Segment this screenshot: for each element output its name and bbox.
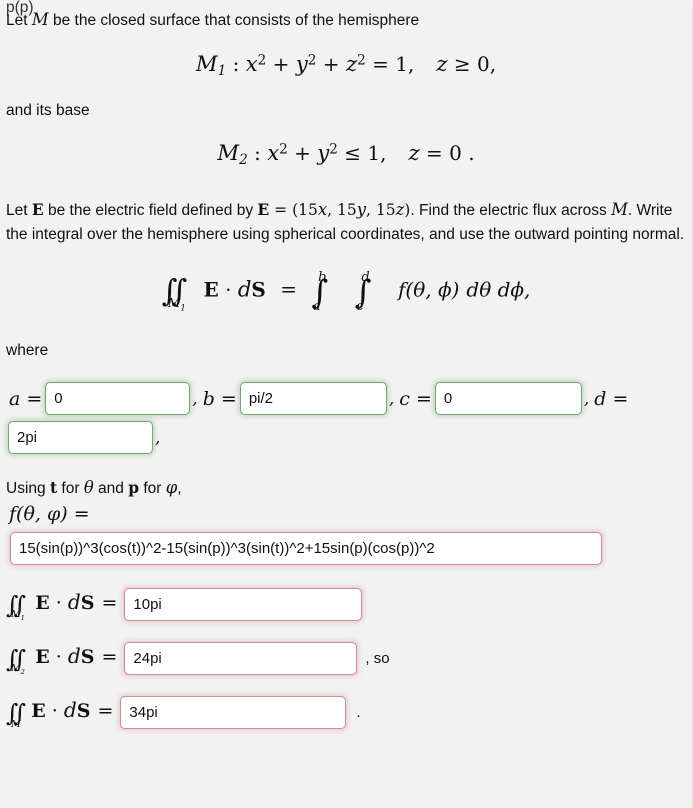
m1-y: y xyxy=(295,50,308,76)
differentials: dθ dϕ, xyxy=(466,277,531,302)
label-b: b = xyxy=(202,387,237,410)
m2-x: x xyxy=(267,140,280,166)
integral-2-upper: d xyxy=(361,269,370,285)
integral-1: ∫ b a xyxy=(311,269,329,314)
flux-label-m2: ∫∫ M2 E · dS = xyxy=(6,644,118,677)
m2-cond-val: 0 . xyxy=(449,141,475,166)
flux-m1-input[interactable] xyxy=(124,588,363,622)
flux-label-m1: ∫∫ M1 E · dS = xyxy=(6,590,118,623)
field-prefix: Let xyxy=(6,202,32,220)
using-mid-3: for xyxy=(139,480,166,498)
f-function-input[interactable] xyxy=(10,532,602,566)
limit-a-input[interactable] xyxy=(45,382,191,416)
m2-name: M xyxy=(217,140,240,166)
equation-m2: M2 : x2 + y2 ≤ 1, z = 0 . xyxy=(6,140,686,168)
using-mid-1: for xyxy=(57,480,84,498)
m1-name: M xyxy=(195,50,218,76)
field-definition: = (15x, 15y, 15z) xyxy=(274,200,411,220)
f-function-label: f(θ, φ) = xyxy=(9,503,90,526)
m2-x-exp: 2 xyxy=(279,141,288,158)
m1-plus-2: + xyxy=(316,51,346,76)
integral-2: ∫ d c xyxy=(354,269,372,314)
field-vector-e-1: E xyxy=(31,200,44,220)
m1-x: x xyxy=(245,50,258,76)
flux-row-m2: ∫∫M2E · dS= , so xyxy=(6,642,686,677)
m1-subscript: 1 xyxy=(217,62,227,79)
equation-m1: M1 : x2 + y2 + z2 = 1, z ≥ 0, xyxy=(6,51,686,79)
intro-variable-m: M xyxy=(31,10,49,29)
m2-y: y xyxy=(317,140,330,166)
using-var-p: p xyxy=(128,478,140,498)
integral-2-lower: c xyxy=(356,298,364,314)
flux-m-input[interactable] xyxy=(120,696,347,730)
m1-colon: : xyxy=(226,51,246,76)
field-vector-e-2: E xyxy=(257,200,270,220)
integral-1-upper: b xyxy=(318,269,327,285)
comma-after-c: , xyxy=(583,388,590,409)
double-integral-limit: M1 xyxy=(167,295,186,313)
label-a: a = xyxy=(9,387,43,410)
m1-cond-z: z xyxy=(436,50,448,76)
m1-z-exp: 2 xyxy=(357,52,366,69)
base-paragraph: and its base xyxy=(6,101,90,119)
double-integral-symbol: ∫∫ M1 xyxy=(161,274,187,313)
using-mid-2: and xyxy=(93,480,129,498)
comma-after-a: , xyxy=(192,388,198,409)
integrand-vector-e: E xyxy=(203,277,219,302)
m2-colon: : xyxy=(247,141,268,166)
clipped-top-text: p(p) xyxy=(6,0,34,16)
integrand-ds: d xyxy=(237,276,252,302)
field-var-m: M xyxy=(611,200,628,220)
m2-cond-z: z xyxy=(408,140,420,166)
flux-m2-input[interactable] xyxy=(124,642,358,676)
flux-row-m1: ∫∫ M1 E · dS = xyxy=(6,588,686,623)
display-integral-equation: ∫∫ M1 E · dS = ∫ b a ∫ d c f(θ, ϕ) dθ dϕ, xyxy=(161,269,531,314)
field-paragraph: Let E be the electric field defined by E… xyxy=(6,198,686,247)
m1-cond-val: 0, xyxy=(477,51,497,76)
m2-subscript: 2 xyxy=(239,152,248,169)
flux-row-m: ∫∫ME · dS= . xyxy=(6,696,686,731)
intro-suffix: be the closed surface that consists of t… xyxy=(48,12,420,29)
using-theta: θ xyxy=(83,478,94,498)
label-c: c = xyxy=(399,387,432,410)
m1-cond-rel: ≥ xyxy=(447,51,477,76)
using-prefix: Using xyxy=(6,480,50,498)
comma-after-b: , xyxy=(388,388,395,409)
limit-b-input[interactable] xyxy=(239,382,387,416)
m1-plus-1: + xyxy=(266,51,296,76)
problem-page: p(p) Let M be the closed surface that co… xyxy=(0,0,693,808)
integrand-expression: f(θ, ϕ) xyxy=(397,277,460,302)
where-label: where xyxy=(6,341,49,359)
limit-c-input[interactable] xyxy=(434,382,582,416)
using-suffix: , xyxy=(177,480,182,498)
m1-equals: = xyxy=(365,51,396,76)
flux-label-m: ∫∫ M E · dS = xyxy=(6,698,114,731)
using-phi: φ xyxy=(165,478,178,498)
m2-rhs: 1, xyxy=(367,141,387,166)
m1-rhs: 1, xyxy=(395,51,415,76)
m1-z: z xyxy=(345,50,358,76)
flux-m-trailing: . xyxy=(356,704,361,722)
comma-after-d: , xyxy=(155,427,161,448)
field-mid-1: be the electric field defined by xyxy=(43,202,258,220)
m2-plus: + xyxy=(287,141,318,166)
integral-1-lower: a xyxy=(312,298,321,314)
flux-m2-trailing: , so xyxy=(365,650,390,668)
field-mid-2: . Find the electric flux across xyxy=(410,202,612,220)
m2-y-exp: 2 xyxy=(329,141,338,158)
m2-cond-rel: = xyxy=(419,141,450,166)
m2-rel: ≤ xyxy=(337,141,368,166)
using-variables-note: Using t for θ and p for φ, xyxy=(6,476,686,501)
limits-row: a = , b = , c = , d = , xyxy=(6,382,686,455)
label-d: d = xyxy=(594,387,629,410)
display-equals: = xyxy=(280,277,297,302)
limit-d-input[interactable] xyxy=(8,421,153,455)
intro-paragraph: Let M be the closed surface that consist… xyxy=(6,8,686,33)
